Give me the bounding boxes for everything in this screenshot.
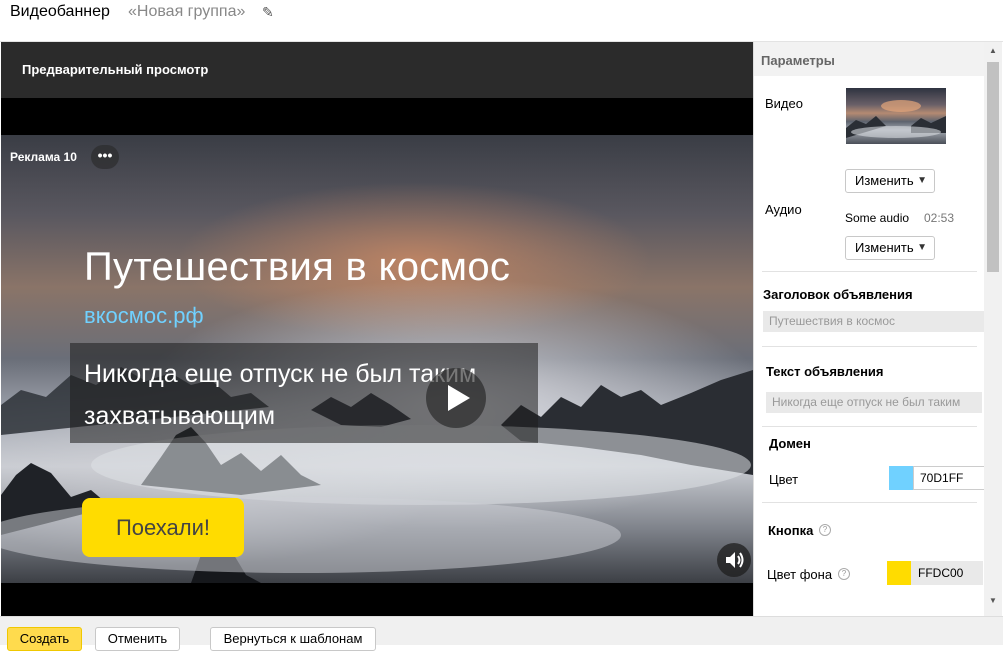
button-section-label: Кнопка [768,523,814,538]
preview-label: Предварительный просмотр [22,62,209,77]
edit-pencil-icon[interactable]: ✎ [262,4,274,21]
video-thumbnail [846,88,946,144]
change-audio-label: Изменить [855,240,914,255]
video-label: Видео [765,96,803,111]
divider [762,502,977,503]
button-color-input[interactable]: FFDC00 [911,561,983,585]
create-button[interactable]: Создать [7,627,82,651]
panel-header: Параметры [754,42,984,76]
play-icon[interactable] [426,368,486,428]
domain-color-input[interactable]: 70D1FF [913,466,985,490]
domain-color-label: Цвет [769,472,799,487]
button-color-swatch[interactable] [887,561,911,585]
scroll-down-icon[interactable]: ▼ [989,596,997,605]
ad-domain[interactable]: вкосмос.рф [84,303,204,329]
chevron-down-icon: ▼ [917,175,927,186]
headline-label: Заголовок объявления [763,287,913,302]
audio-name: Some audio [845,211,910,225]
headline-input[interactable]: Путешествия в космос [763,311,985,332]
domain-section-label: Домен [769,436,811,451]
footer-toolbar: Создать Отменить Вернуться к шаблонам [0,616,1003,651]
volume-icon[interactable] [717,543,751,577]
change-video-button[interactable]: Изменить ▼ [845,169,935,193]
scroll-up-icon[interactable]: ▲ [989,46,997,55]
parameters-panel: Параметры Видео Изменить ▼ Аудио Some au… [753,42,1003,616]
divider [762,271,977,272]
title-bar: Видеобаннер «Новая группа» ✎ [0,0,1003,42]
divider [762,346,977,347]
domain-color-swatch[interactable] [889,466,913,490]
text-label: Текст объявления [766,364,884,379]
more-options-icon[interactable]: ••• [91,145,119,169]
back-to-templates-button[interactable]: Вернуться к шаблонам [210,627,376,651]
audio-duration: 02:53 [924,211,955,225]
preview-header: Предварительный просмотр [1,42,753,98]
ad-headline: Путешествия в космос [84,245,511,289]
text-input[interactable]: Никогда еще отпуск не был таким [766,392,982,413]
help-icon[interactable]: ? [819,524,831,536]
scrollbar-thumb[interactable] [987,62,999,272]
page-title: Видеобаннер [10,3,110,20]
panel-title: Параметры [761,53,835,68]
panel-scrollbar[interactable]: ▲ ▼ [984,42,1002,616]
cta-button[interactable]: Поехали! [82,498,244,557]
audio-label: Аудио [765,202,802,217]
help-icon[interactable]: ? [838,568,850,580]
video-player[interactable]: Реклама 10 ••• Путешествия в космос вкос… [1,135,753,583]
change-audio-button[interactable]: Изменить ▼ [845,236,935,260]
preview-area: Предварительный просмотр Реклама 10 ••• … [1,42,753,616]
ad-label: Реклама 10 [10,150,77,164]
button-bg-color-label: Цвет фона [767,567,833,582]
cancel-button[interactable]: Отменить [95,627,180,651]
group-name[interactable]: «Новая группа» [128,3,245,21]
chevron-down-icon: ▼ [917,242,927,253]
change-video-label: Изменить [855,173,914,188]
divider [762,426,977,427]
